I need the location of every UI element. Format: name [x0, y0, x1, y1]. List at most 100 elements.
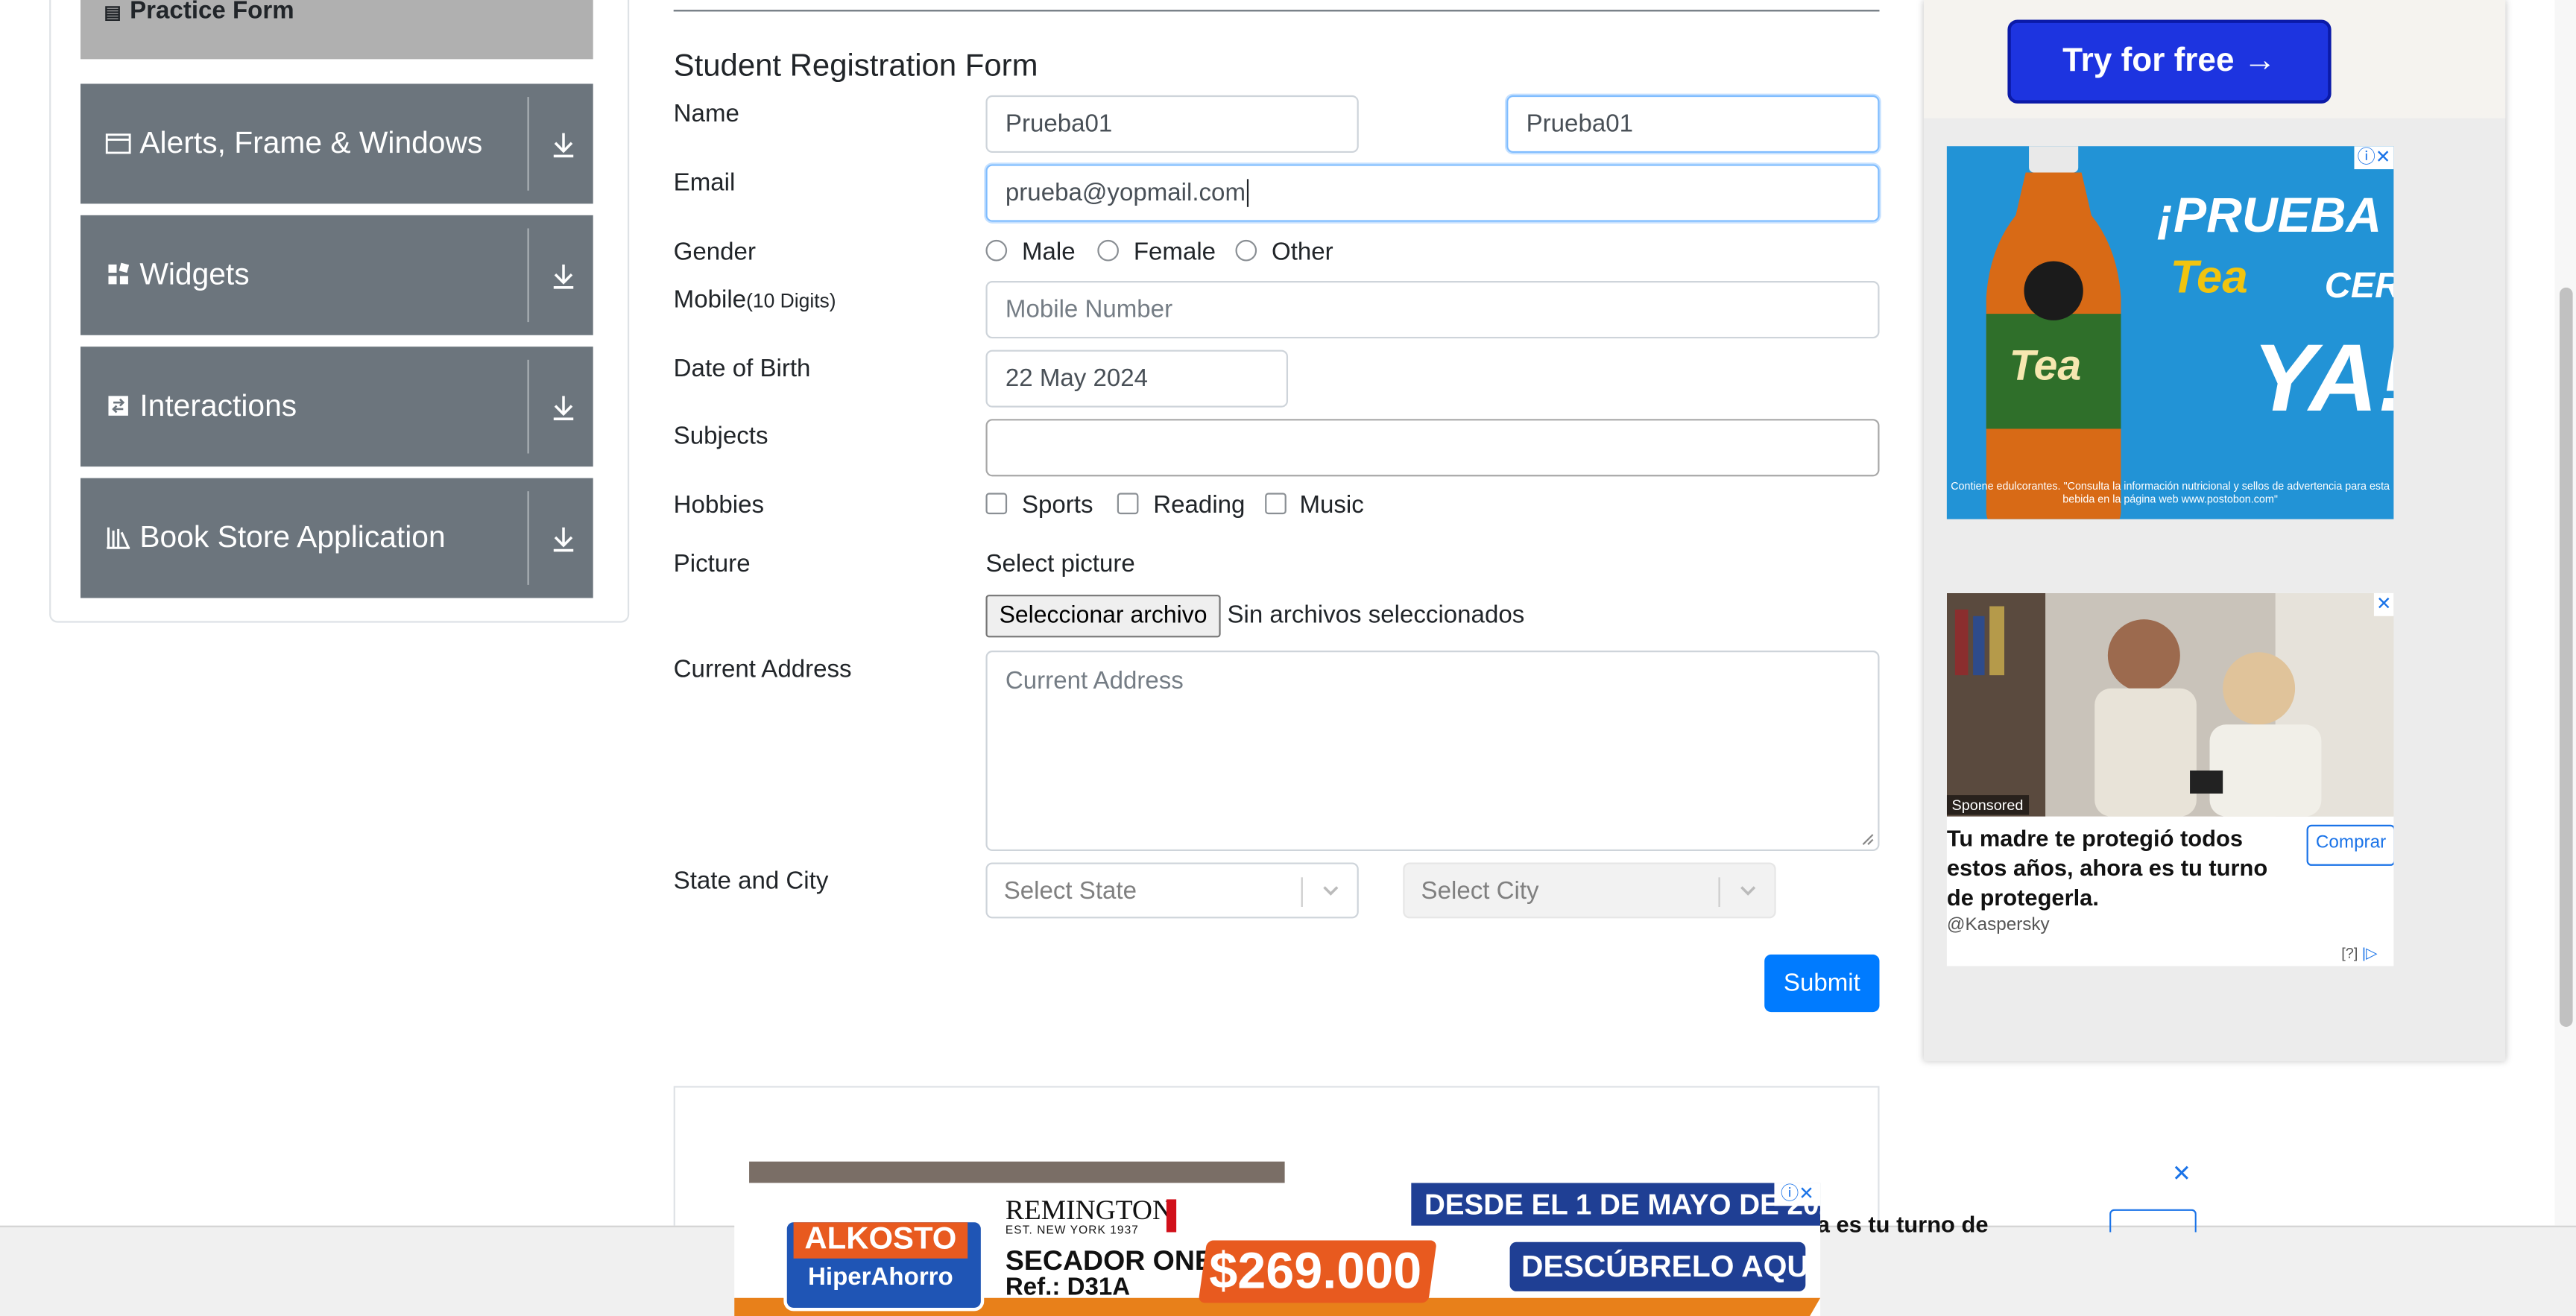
tea-ad[interactable]: Tea ¡PRUEBA UN Tea CERO YA! Contiene edu…	[1946, 146, 2394, 519]
expand-download-icon[interactable]	[550, 130, 576, 159]
last-name-input[interactable]: Prueba01	[1506, 95, 1880, 154]
dob-value: 22 May 2024	[1005, 364, 1149, 393]
hobby-sports-checkbox[interactable]	[985, 493, 1008, 515]
resize-handle-icon[interactable]	[1861, 833, 1875, 847]
sidebar-group-widgets[interactable]: Widgets	[80, 215, 593, 335]
divider	[527, 97, 529, 191]
subjects-label: Subjects	[673, 422, 768, 451]
gender-male-radio[interactable]	[985, 239, 1008, 262]
gender-female-radio[interactable]	[1097, 239, 1119, 262]
hobby-reading-checkbox[interactable]	[1117, 493, 1139, 515]
sidebar-group-label: Alerts, Frame & Windows	[139, 124, 483, 159]
scrollbar-thumb[interactable]	[2559, 287, 2573, 1027]
kaspersky-ad[interactable]: Sponsored Tu madre te protegió todos est…	[1946, 592, 2394, 967]
interactions-icon	[108, 396, 128, 416]
svg-text:Tea: Tea	[2010, 341, 2082, 389]
ad-brand: Tea	[2170, 251, 2248, 303]
submit-button[interactable]: Submit	[1764, 954, 1880, 1013]
background-ad-button[interactable]	[2109, 1209, 2197, 1233]
last-name-value: Prueba01	[1526, 110, 1634, 139]
sidebar-item-practice-form[interactable]: ▤ Practice Form	[80, 0, 593, 60]
email-label: Email	[673, 169, 736, 197]
gender-female-label[interactable]: Female	[1134, 238, 1216, 266]
adchoices-icon: |▷	[2361, 944, 2378, 961]
state-placeholder: Select State	[1003, 877, 1137, 905]
subjects-input[interactable]	[985, 419, 1880, 477]
chevron-down-icon	[1740, 886, 1756, 896]
bottle-image: Tea	[1986, 146, 2121, 519]
city-placeholder: Select City	[1421, 877, 1539, 905]
picture-label: Picture	[673, 550, 751, 579]
gender-male-label[interactable]: Male	[1022, 238, 1076, 266]
form-icon: ▤	[104, 3, 121, 23]
gender-label: Gender	[673, 238, 756, 267]
file-status: Sin archivos seleccionados	[1227, 601, 1525, 630]
ad-close-icon[interactable]: ✕	[2373, 592, 2394, 616]
gender-other-label[interactable]: Other	[1272, 238, 1333, 266]
name-label: Name	[673, 100, 739, 128]
product-ref: Ref.: D31A	[1005, 1273, 1131, 1302]
sidebar-group-book-store[interactable]: Book Store Application	[80, 478, 593, 598]
expand-download-icon[interactable]	[550, 262, 576, 291]
picture-caption: Select picture	[985, 550, 1135, 579]
books-icon	[107, 527, 130, 549]
expand-download-icon[interactable]	[550, 393, 576, 423]
email-value: prueba@yopmail.com	[1005, 179, 1246, 207]
state-city-label: State and City	[673, 867, 829, 896]
try-for-free-button[interactable]: Try for free →	[2007, 19, 2332, 104]
sponsored-badge: Sponsored	[1946, 795, 2029, 815]
current-address-textarea[interactable]: Current Address	[985, 651, 1880, 852]
sidebar-group-label: Interactions	[139, 387, 297, 423]
choose-file-button[interactable]: Seleccionar archivo	[985, 595, 1221, 638]
address-label: Current Address	[673, 655, 852, 684]
form-title: Student Registration Form	[673, 49, 1038, 84]
mobile-label: Mobile(10 Digits)	[673, 285, 836, 314]
background-ad-text: a es tu turno de	[1816, 1210, 1989, 1238]
ad-headline: ¡PRUEBA UN	[2156, 189, 2393, 244]
widgets-icon	[108, 262, 130, 285]
sidebar-group-label: Widgets	[139, 256, 250, 291]
discover-label[interactable]: DESCÚBRELO AQUÍ	[1521, 1249, 1817, 1285]
hobby-reading-label[interactable]: Reading	[1153, 491, 1245, 519]
dob-label: Date of Birth	[673, 355, 811, 383]
brand-since: EST. NEW YORK 1937	[1005, 1225, 1139, 1238]
ad-photo-image	[1946, 592, 2394, 817]
alkosto-banner-ad[interactable]: DESDE EL 1 DE MAYO DE 2024 ALKOSTO Hiper…	[734, 1183, 1821, 1316]
close-icon[interactable]: ✕	[2172, 1160, 2191, 1188]
sidebar-group-interactions[interactable]: Interactions	[80, 347, 593, 467]
first-name-value: Prueba01	[1005, 110, 1113, 139]
flag-icon	[1166, 1199, 1177, 1233]
ad-close-icon[interactable]: ⓘ✕	[1774, 1183, 1821, 1206]
city-select[interactable]: Select City	[1403, 862, 1776, 919]
email-input[interactable]: prueba@yopmail.com	[985, 164, 1880, 222]
address-placeholder: Current Address	[1005, 667, 1184, 695]
expand-download-icon[interactable]	[550, 524, 576, 554]
ad-fine-print: Contiene edulcorantes. "Consulta la info…	[1951, 481, 2390, 507]
hobby-music-checkbox[interactable]	[1265, 493, 1287, 515]
sidebar-group-alerts[interactable]: Alerts, Frame & Windows	[80, 83, 593, 204]
date-of-birth-input[interactable]: 22 May 2024	[985, 349, 1289, 408]
state-select[interactable]: Select State	[985, 862, 1359, 919]
sidebar-item-label: Practice Form	[130, 0, 294, 25]
ad-close-icon[interactable]: ⓘ✕	[2354, 146, 2394, 170]
mobile-input[interactable]: Mobile Number	[985, 281, 1880, 339]
price: $269.000	[1209, 1241, 1422, 1300]
ad-advertiser: @Kaspersky	[1946, 915, 2050, 935]
sidebar-group-label: Book Store Application	[139, 519, 446, 554]
first-name-input[interactable]: Prueba01	[985, 95, 1359, 154]
ad-headline[interactable]: Tu madre te protegió todos estos años, a…	[1947, 823, 2300, 912]
hobby-sports-label[interactable]: Sports	[1022, 491, 1093, 519]
alkosto-logo-subtext: HiperAhorro	[808, 1263, 953, 1291]
divider	[527, 228, 529, 323]
hobby-music-label[interactable]: Music	[1299, 491, 1363, 519]
ad-headline-3: YA!	[2252, 325, 2394, 432]
hobbies-label: Hobbies	[673, 491, 765, 519]
divider	[527, 359, 529, 454]
comprar-button[interactable]: Comprar	[2306, 824, 2394, 866]
divider	[673, 10, 1880, 12]
ad-help[interactable]: [?] |▷	[2341, 945, 2377, 963]
banner-date: DESDE EL 1 DE MAYO DE 2024	[1424, 1187, 1821, 1221]
remington-brand: REMINGTON	[1005, 1194, 1173, 1226]
gender-other-radio[interactable]	[1235, 239, 1257, 262]
divider	[527, 491, 529, 585]
